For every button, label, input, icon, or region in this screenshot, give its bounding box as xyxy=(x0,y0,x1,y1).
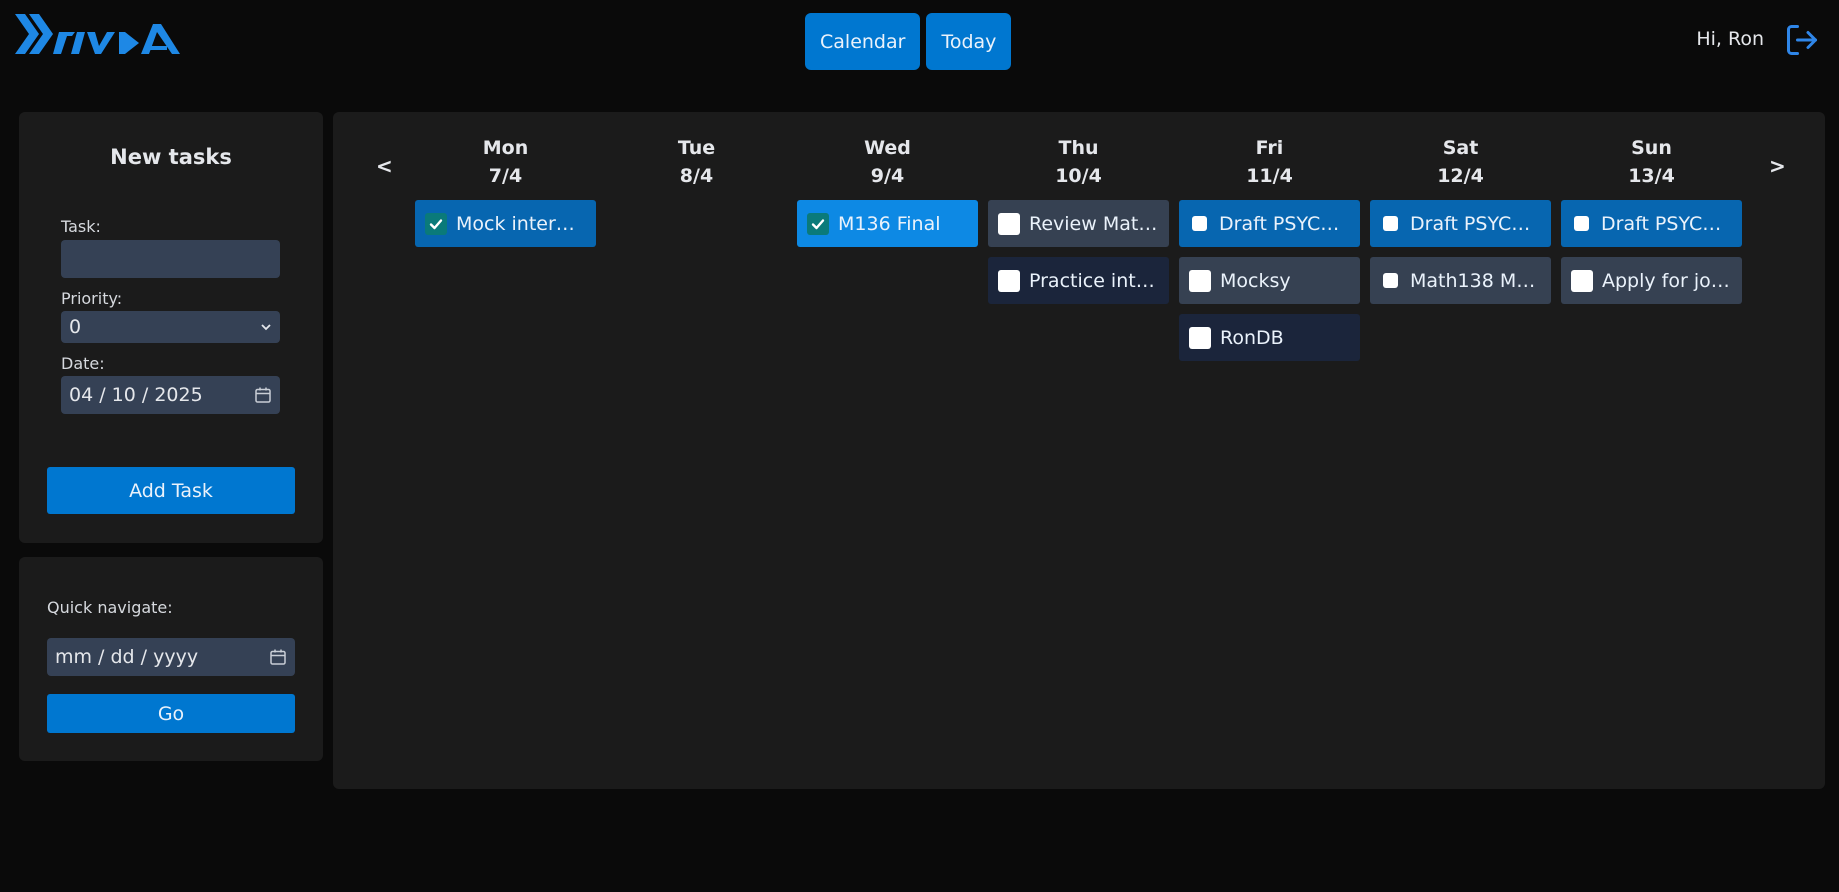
task-input[interactable] xyxy=(61,240,280,278)
task-card[interactable]: Mock intervi... xyxy=(415,200,596,247)
day-date: 10/4 xyxy=(1055,165,1102,187)
day-name: Mon xyxy=(482,137,529,159)
checkbox[interactable] xyxy=(1189,326,1211,349)
checkbox[interactable] xyxy=(1189,269,1211,292)
day-column-fri: Fri 11/4 Draft PSYCH ... Mocksy RonDB xyxy=(1179,134,1360,361)
top-nav: Calendar Today xyxy=(805,13,1012,70)
week-calendar: < > Mon 7/4 Mock intervi... Tue 8/4 Wed 9/4 M13… xyxy=(333,112,1825,789)
quick-date-placeholder: mm / dd / yyyy xyxy=(55,646,199,668)
task-title: M136 Final xyxy=(838,212,941,235)
quick-navigate-panel: Quick navigate: mm / dd / yyyy Go xyxy=(19,557,323,761)
task-title: Apply for jobs xyxy=(1602,269,1732,292)
day-column-tue: Tue 8/4 xyxy=(606,134,787,200)
rivia-logo[interactable] xyxy=(15,14,180,54)
task-title: Review Math... xyxy=(1029,212,1159,235)
task-title: RonDB xyxy=(1220,326,1284,349)
task-card[interactable]: Review Math... xyxy=(988,200,1169,247)
task-card[interactable]: Draft PSYCH ... xyxy=(1370,200,1551,247)
date-field[interactable]: 04 / 10 / 2025 xyxy=(61,376,280,414)
checkbox-checked[interactable] xyxy=(807,212,829,235)
task-card[interactable]: Math138 Mo... xyxy=(1370,257,1551,304)
task-list: Draft PSYCH ... Apply for jobs xyxy=(1561,200,1742,304)
task-list: Draft PSYCH ... Math138 Mo... xyxy=(1370,200,1551,304)
day-date: 8/4 xyxy=(679,165,714,187)
day-date: 9/4 xyxy=(870,165,905,187)
day-name: Fri xyxy=(1255,137,1284,159)
prev-week-button[interactable]: < xyxy=(376,154,393,178)
go-button[interactable]: Go xyxy=(47,694,295,733)
date-label: Date: xyxy=(61,354,105,373)
task-card[interactable]: Practice inte... xyxy=(988,257,1169,304)
nav-today-button[interactable]: Today xyxy=(926,13,1012,70)
task-title: Math138 Mo... xyxy=(1410,269,1541,292)
day-name: Wed xyxy=(864,137,911,159)
day-date: 7/4 xyxy=(488,165,523,187)
checkbox[interactable] xyxy=(1574,216,1589,231)
day-column-sun: Sun 13/4 Draft PSYCH ... Apply for jobs xyxy=(1561,134,1742,304)
task-list: Review Math... Practice inte... xyxy=(988,200,1169,304)
checkbox-checked[interactable] xyxy=(425,212,447,235)
user-greeting: Hi, Ron xyxy=(1696,28,1764,50)
nav-calendar-button[interactable]: Calendar xyxy=(805,13,921,70)
task-title: Practice inte... xyxy=(1029,269,1159,292)
priority-value: 0 xyxy=(69,316,82,338)
chevron-down-icon xyxy=(261,324,271,331)
task-title: Mock intervi... xyxy=(456,212,586,235)
add-task-button[interactable]: Add Task xyxy=(47,467,295,514)
priority-select[interactable]: 0 xyxy=(61,311,280,343)
priority-label: Priority: xyxy=(61,289,123,308)
task-card[interactable]: M136 Final xyxy=(797,200,978,247)
day-date: 13/4 xyxy=(1628,165,1675,187)
quick-navigate-date-field[interactable]: mm / dd / yyyy xyxy=(47,638,295,676)
task-title: Draft PSYCH ... xyxy=(1601,212,1732,235)
task-title: Mocksy xyxy=(1220,269,1291,292)
next-week-button[interactable]: > xyxy=(1769,154,1786,178)
calendar-icon[interactable] xyxy=(254,386,272,404)
checkbox[interactable] xyxy=(1192,216,1207,231)
task-list: Mock intervi... xyxy=(415,200,596,247)
checkbox[interactable] xyxy=(998,212,1020,235)
day-date: 11/4 xyxy=(1246,165,1293,187)
day-name: Tue xyxy=(677,137,716,159)
task-label: Task: xyxy=(61,217,101,236)
task-title: Draft PSYCH ... xyxy=(1410,212,1541,235)
new-tasks-panel: New tasks Task: Priority: 0 Date: 04 / 1… xyxy=(19,112,323,543)
calendar-icon[interactable] xyxy=(269,648,287,666)
task-card[interactable]: Apply for jobs xyxy=(1561,257,1742,304)
panel-title: New tasks xyxy=(110,145,232,169)
checkbox[interactable] xyxy=(1383,273,1398,288)
date-value: 04 / 10 / 2025 xyxy=(69,384,203,406)
checkbox[interactable] xyxy=(1383,216,1398,231)
task-card[interactable]: Draft PSYCH ... xyxy=(1179,200,1360,247)
task-card[interactable]: Draft PSYCH ... xyxy=(1561,200,1742,247)
day-column-wed: Wed 9/4 M136 Final xyxy=(797,134,978,247)
day-column-sat: Sat 12/4 Draft PSYCH ... Math138 Mo... xyxy=(1370,134,1551,304)
task-card[interactable]: Mocksy xyxy=(1179,257,1360,304)
task-list: M136 Final xyxy=(797,200,978,247)
task-card[interactable]: RonDB xyxy=(1179,314,1360,361)
task-list: Draft PSYCH ... Mocksy RonDB xyxy=(1179,200,1360,361)
checkbox[interactable] xyxy=(1571,269,1593,292)
day-name: Thu xyxy=(1058,137,1099,159)
quick-navigate-label: Quick navigate: xyxy=(47,598,173,617)
day-name: Sun xyxy=(1631,137,1672,159)
logout-icon[interactable] xyxy=(1784,22,1820,58)
checkbox[interactable] xyxy=(998,269,1020,292)
day-date: 12/4 xyxy=(1437,165,1484,187)
day-column-thu: Thu 10/4 Review Math... Practice inte... xyxy=(988,134,1169,304)
day-name: Sat xyxy=(1442,137,1479,159)
day-column-mon: Mon 7/4 Mock intervi... xyxy=(415,134,596,247)
task-title: Draft PSYCH ... xyxy=(1219,212,1350,235)
